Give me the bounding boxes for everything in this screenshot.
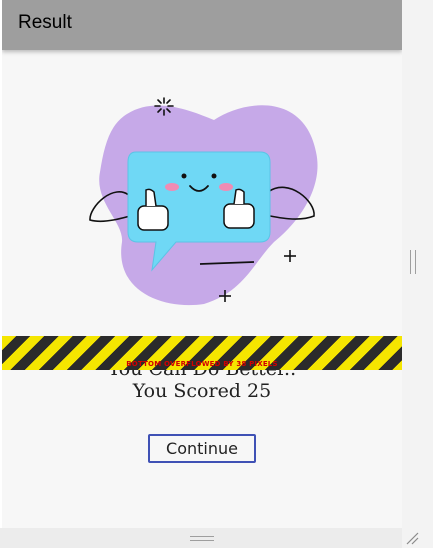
plus-icon — [284, 250, 296, 262]
result-illustration — [89, 97, 318, 306]
score-text: You Scored 25 — [132, 380, 272, 402]
page-title: Result — [18, 12, 72, 33]
continue-button[interactable]: Continue — [148, 434, 256, 463]
app-window: Result You Scored 25 BOTTOM OVERFLOWED B… — [2, 0, 402, 528]
horizontal-resize-handle-icon[interactable] — [190, 536, 214, 541]
side-panel — [402, 0, 433, 548]
vertical-resize-handle-icon[interactable] — [410, 250, 416, 274]
app-bar: Result — [2, 0, 402, 50]
resize-corner-icon[interactable] — [404, 530, 420, 546]
overflow-warning-text: BOTTOM OVERFLOWED BY 38 PIXELS — [126, 360, 278, 368]
